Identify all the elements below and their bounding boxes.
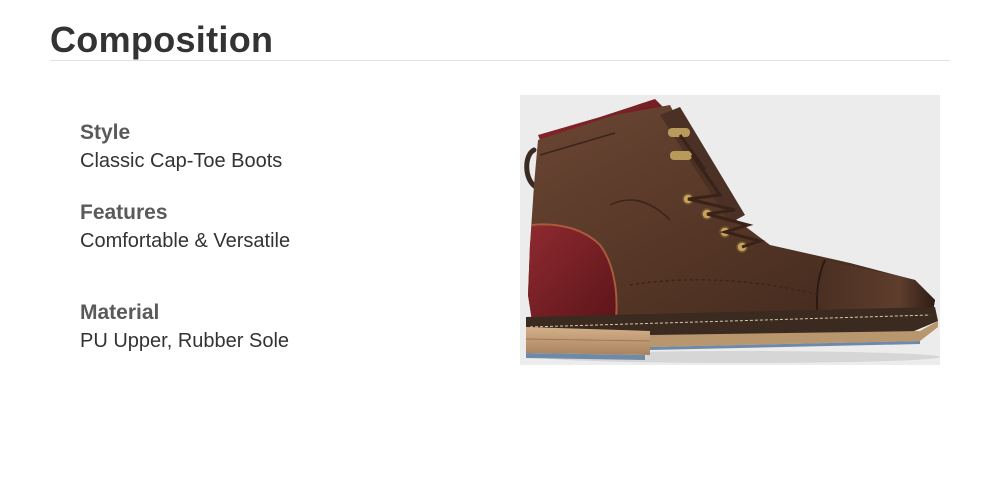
spec-material-value: PU Upper, Rubber Sole	[80, 330, 290, 352]
title-divider	[50, 60, 950, 61]
product-photo	[520, 95, 940, 365]
spec-material: Material PU Upper, Rubber Sole	[80, 300, 289, 354]
spec-style-label: Style	[80, 121, 131, 144]
spec-style-value: Classic Cap-Toe Boots	[80, 150, 283, 172]
spec-features: Features Comfortable & Versatile	[80, 200, 290, 254]
spec-material-label: Material	[80, 301, 160, 324]
spec-style: Style Classic Cap-Toe Boots	[80, 120, 282, 174]
section-title: Composition	[50, 19, 274, 60]
boot-illustration	[524, 99, 940, 363]
spec-features-value: Comfortable & Versatile	[80, 230, 291, 252]
spec-features-label: Features	[80, 201, 168, 224]
